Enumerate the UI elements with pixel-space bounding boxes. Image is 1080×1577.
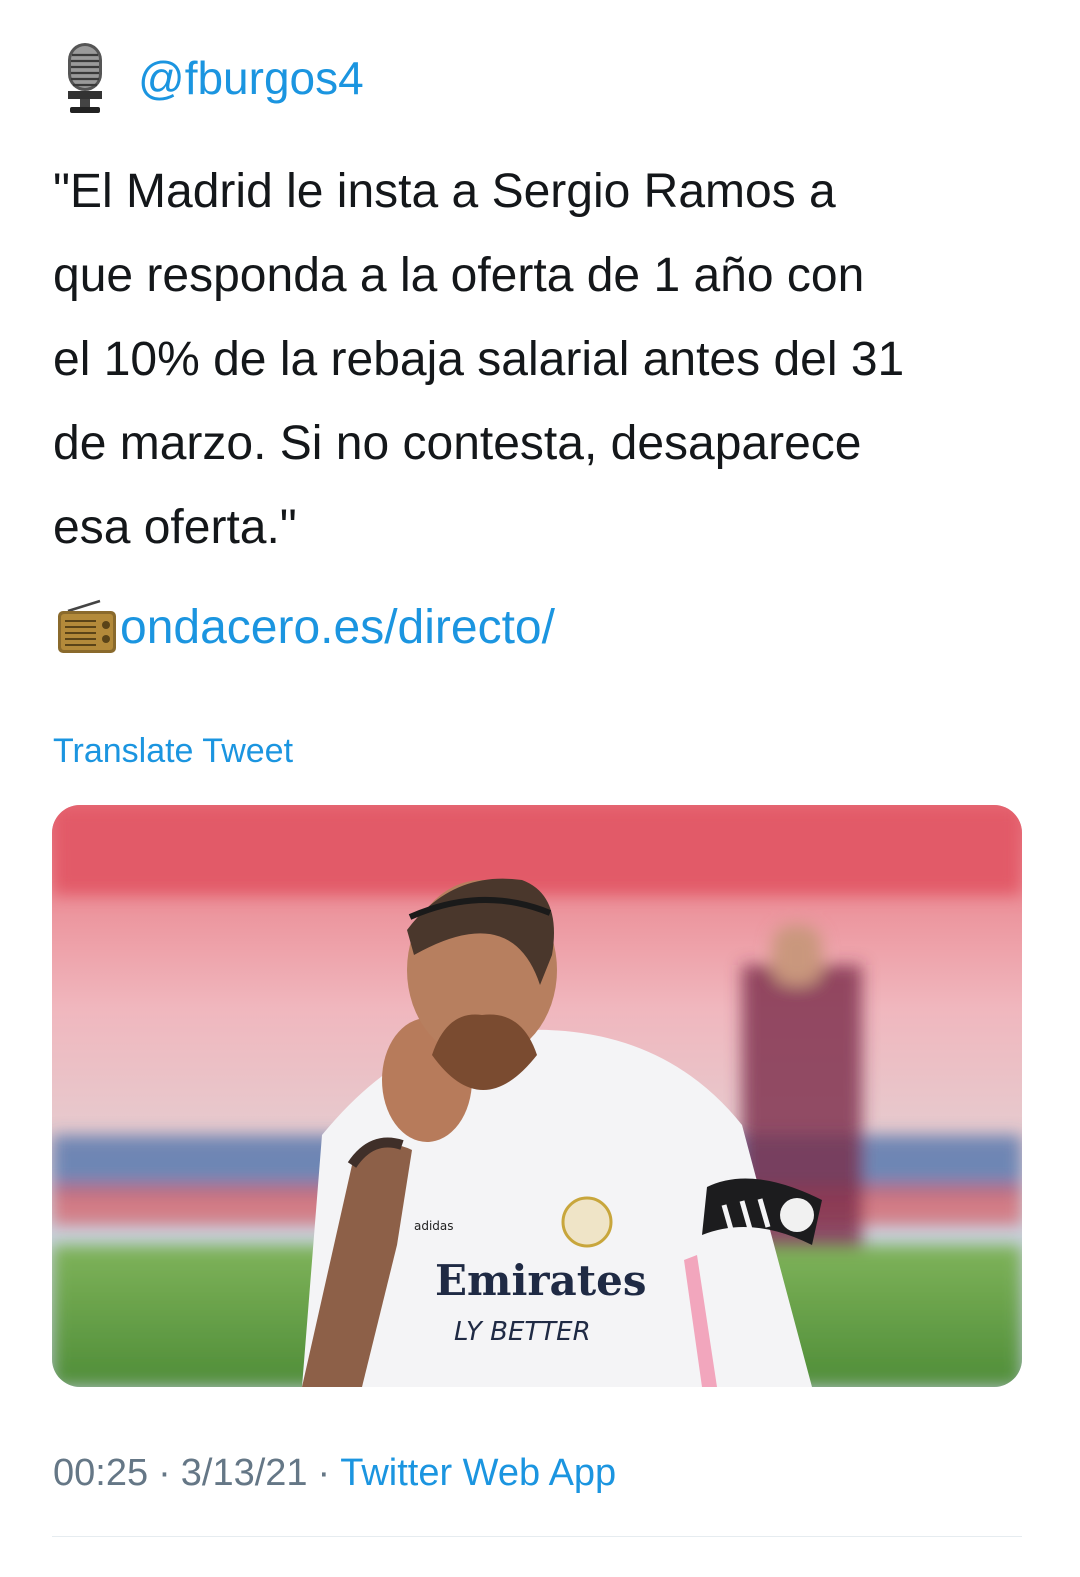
mention-link[interactable]: @fburgos4	[138, 51, 364, 105]
tweet-text: "El Madrid le insta a Sergio Ramos a que…	[53, 165, 905, 554]
radio-icon	[56, 599, 118, 655]
tweet-media-image[interactable]: Emirates LY BETTER adidas	[52, 805, 1022, 1387]
tweet-meta: 00:25 · 3/13/21 · Twitter Web App	[53, 1452, 616, 1495]
tweet-time: 00:25	[53, 1452, 149, 1494]
tweet-header: @fburgos4	[60, 38, 364, 118]
tweet-date: 3/13/21	[180, 1452, 308, 1494]
meta-separator: ·	[158, 1452, 171, 1494]
microphone-icon	[60, 41, 110, 115]
jersey-sponsor-text: Emirates	[435, 1256, 647, 1305]
link-row: ondacero.es/directo/	[56, 596, 555, 658]
jersey-slogan-text: LY BETTER	[454, 1317, 591, 1347]
translate-tweet-button[interactable]: Translate Tweet	[53, 732, 293, 771]
meta-separator: ·	[317, 1452, 331, 1494]
divider	[52, 1536, 1022, 1537]
tweet-link[interactable]: ondacero.es/directo/	[120, 600, 555, 655]
tweet-source-link[interactable]: Twitter Web App	[340, 1452, 616, 1495]
jersey-brand-text: adidas	[414, 1219, 454, 1233]
